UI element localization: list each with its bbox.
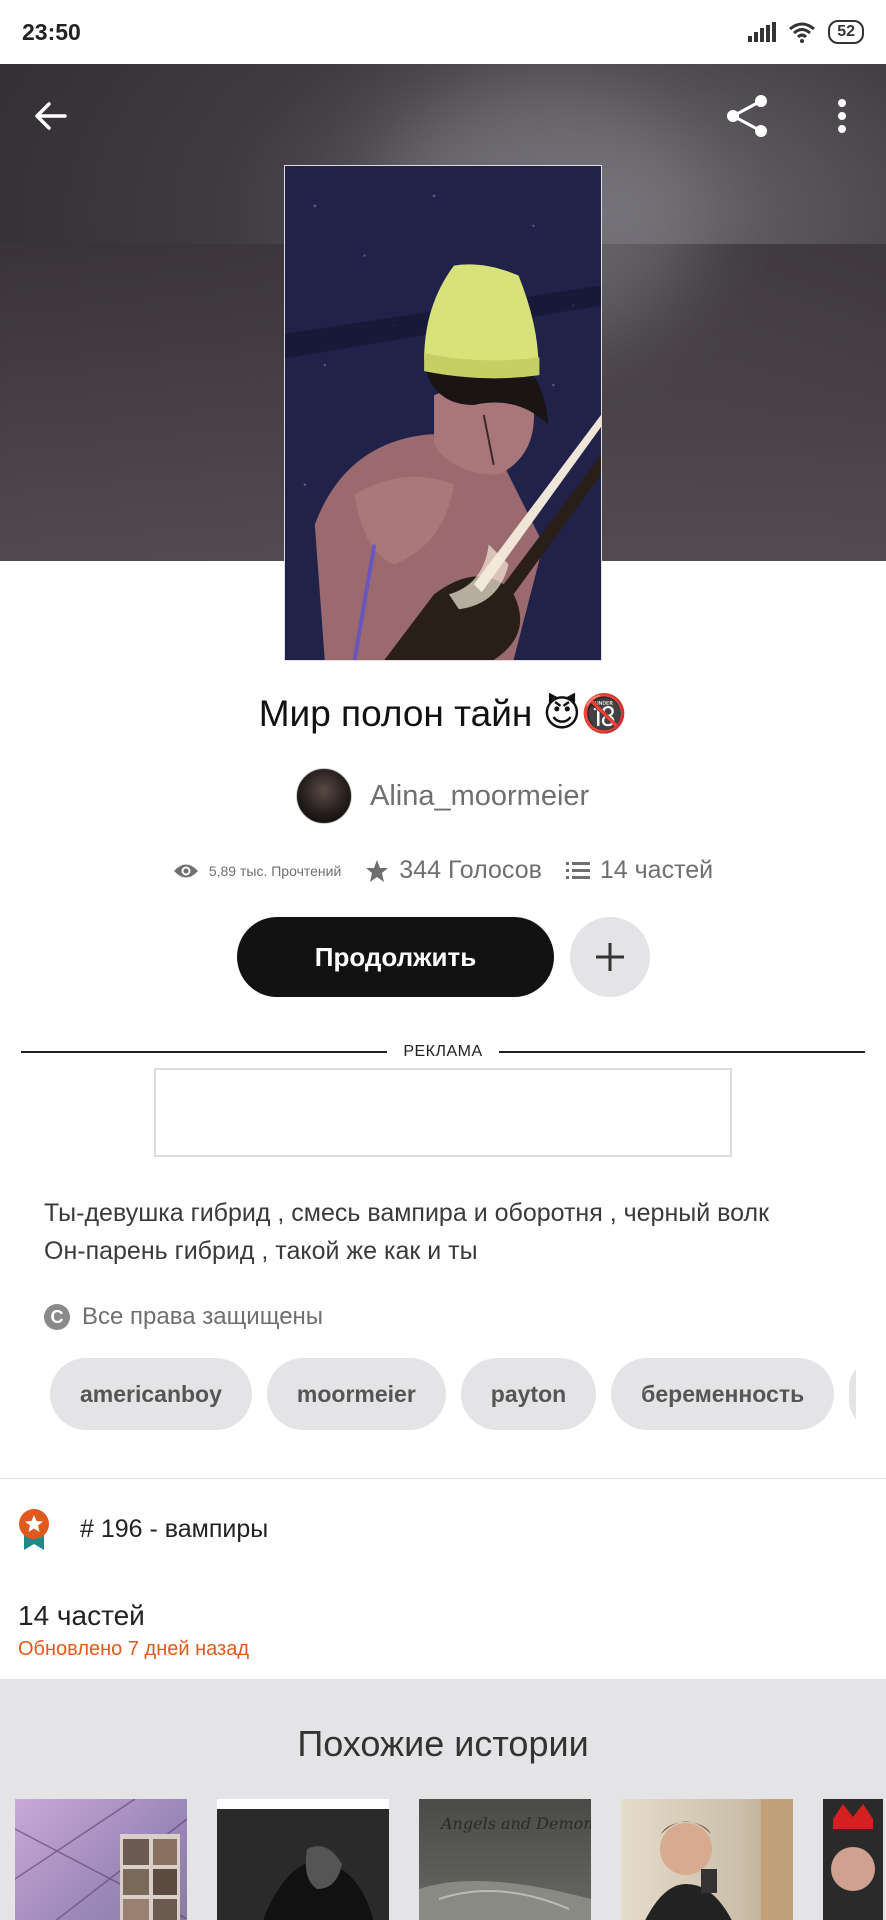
more-options-button[interactable] — [814, 88, 870, 144]
star-icon — [366, 859, 389, 882]
last-updated-text: Обновлено 7 дней назад — [18, 1638, 250, 1660]
arrow-left-icon — [35, 102, 67, 130]
story-actions: Продолжить — [237, 917, 650, 997]
continue-reading-button[interactable]: Продолжить — [237, 917, 554, 997]
copyright-notice: C Все права защищены — [44, 1303, 323, 1331]
similar-story-cover[interactable] — [217, 1799, 389, 1920]
ranking-badge-icon — [19, 1509, 49, 1550]
author-link[interactable]: Alina_moormeier — [296, 768, 589, 824]
tag-chip[interactable]: беременность — [611, 1358, 835, 1430]
story-stats: 5,89 тыс. Прочтений 344 Голосов 14 часте… — [0, 856, 886, 885]
similar-story-cover[interactable]: Angels and Demons — [419, 1799, 591, 1920]
share-button[interactable] — [720, 88, 776, 144]
similar-story-cover[interactable] — [15, 1799, 187, 1920]
tag-chip-partial[interactable] — [849, 1358, 856, 1430]
similar-cover-text: Angels and Demons — [439, 1814, 591, 1833]
story-cover-image — [284, 165, 602, 661]
tag-chip[interactable]: moormeier — [266, 1358, 446, 1430]
ranking-text[interactable]: # 196 - вампиры — [80, 1515, 268, 1544]
list-icon — [565, 861, 590, 879]
similar-stories-section: Похожие истории Angels and Demons — [0, 1679, 886, 1920]
author-name[interactable]: Alina_moormeier — [370, 780, 589, 813]
parts-section-title[interactable]: 14 частей — [18, 1600, 145, 1632]
votes-count: 344 Голосов — [399, 856, 542, 884]
tag-chip[interactable]: payton — [460, 1358, 597, 1430]
parts-count: 14 частей — [599, 856, 714, 884]
eye-icon — [173, 864, 198, 877]
section-divider — [0, 1478, 886, 1479]
add-to-library-button[interactable] — [570, 917, 650, 997]
ranking-row[interactable]: # 196 - вампиры — [18, 1508, 268, 1550]
story-description: Ты-девушка гибрид , смесь вампира и обор… — [44, 1194, 844, 1270]
copyright-icon: C — [44, 1304, 70, 1330]
parts-stat: 14 частей — [565, 856, 714, 885]
back-button[interactable] — [22, 88, 78, 144]
signal-icon — [748, 22, 777, 42]
description-line: Ты-девушка гибрид , смесь вампира и обор… — [44, 1199, 770, 1227]
description-line: Он-парень гибрид , такой же как и ты — [44, 1237, 478, 1265]
tag-list: americanboy moormeier payton беременност… — [50, 1358, 856, 1430]
story-title: Мир полон тайн 😈🔞 — [258, 693, 628, 734]
battery-indicator: 52 — [828, 20, 864, 44]
wifi-icon — [789, 22, 816, 43]
copyright-text: Все права защищены — [82, 1303, 324, 1330]
similar-story-cover[interactable] — [621, 1799, 793, 1920]
similar-story-cover-partial[interactable] — [823, 1799, 883, 1920]
votes-stat: 344 Голосов — [365, 856, 542, 885]
more-vertical-icon — [838, 99, 846, 133]
ad-label: РЕКЛАМА — [403, 1043, 483, 1060]
share-icon — [727, 95, 767, 137]
similar-stories-title: Похожие истории — [297, 1723, 589, 1764]
status-icons: 52 — [748, 20, 864, 44]
similar-stories-carousel: Angels and Demons — [15, 1799, 883, 1920]
reads-count: 5,89 тыс. Прочтений — [208, 862, 342, 879]
plus-icon — [596, 943, 624, 971]
tag-chip[interactable]: americanboy — [50, 1358, 252, 1430]
status-time: 23:50 — [22, 18, 81, 45]
status-bar: 23:50 52 — [0, 0, 886, 64]
ad-banner[interactable] — [154, 1068, 732, 1157]
reads-stat: 5,89 тыс. Прочтений — [173, 862, 341, 880]
author-avatar[interactable] — [296, 768, 352, 824]
ad-label-row: РЕКЛАМА — [21, 1042, 865, 1062]
